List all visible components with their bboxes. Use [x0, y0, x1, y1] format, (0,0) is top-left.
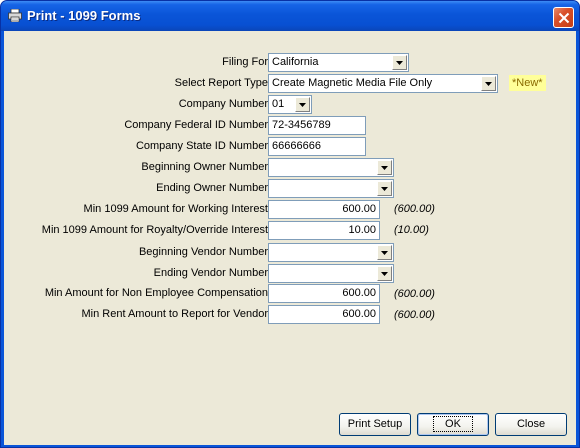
chevron-down-icon[interactable] — [481, 76, 496, 91]
min-royalty-default: (10.00) — [394, 224, 429, 236]
federal-id-input[interactable]: 72-3456789 — [268, 116, 366, 135]
print-setup-label: Print Setup — [347, 418, 403, 430]
dialog-body: Filing For California Select Report Type… — [4, 31, 576, 445]
min-working-interest-input[interactable]: 600.00 — [268, 200, 380, 219]
min-rent-input[interactable]: 600.00 — [268, 305, 380, 324]
min-working-interest-label: Min 1099 Amount for Working Interest — [83, 203, 268, 215]
beginning-vendor-label: Beginning Vendor Number — [138, 246, 268, 258]
report-type-value: Create Magnetic Media File Only — [272, 77, 433, 89]
window-title: Print - 1099 Forms — [27, 8, 141, 23]
min-royalty-input[interactable]: 10.00 — [268, 221, 380, 240]
min-royalty-label: Min 1099 Amount for Royalty/Override Int… — [41, 224, 268, 236]
ok-label: OK — [433, 416, 473, 432]
min-non-employee-default: (600.00) — [394, 288, 435, 300]
close-window-button[interactable] — [553, 7, 574, 28]
ending-vendor-label: Ending Vendor Number — [153, 267, 268, 279]
company-number-value: 01 — [272, 98, 285, 110]
min-working-interest-default: (600.00) — [394, 203, 435, 215]
close-button[interactable]: Close — [495, 413, 567, 436]
ending-owner-select[interactable] — [268, 179, 394, 198]
printer-icon — [8, 8, 22, 23]
print-1099-dialog: Print - 1099 Forms Filing For California… — [0, 0, 580, 448]
title-bar[interactable]: Print - 1099 Forms — [1, 1, 579, 31]
min-rent-default: (600.00) — [394, 309, 435, 321]
min-rent-label: Min Rent Amount to Report for Vendor — [81, 308, 269, 320]
beginning-vendor-select[interactable] — [268, 243, 394, 262]
chevron-down-icon[interactable] — [295, 97, 310, 112]
ending-vendor-select[interactable] — [268, 264, 394, 283]
report-type-label: Select Report Type — [174, 77, 268, 89]
company-number-label: Company Number — [178, 98, 268, 110]
min-non-employee-input[interactable]: 600.00 — [268, 284, 380, 303]
chevron-down-icon[interactable] — [392, 55, 407, 70]
report-type-select[interactable]: Create Magnetic Media File Only — [268, 74, 498, 93]
company-number-select[interactable]: 01 — [268, 95, 312, 114]
chevron-down-icon[interactable] — [377, 181, 392, 196]
ok-button[interactable]: OK — [417, 413, 489, 436]
close-icon — [558, 12, 570, 24]
filing-for-value: California — [272, 56, 319, 68]
filing-for-label: Filing For — [222, 56, 268, 68]
chevron-down-icon[interactable] — [377, 266, 392, 281]
federal-id-label: Company Federal ID Number — [124, 119, 268, 131]
new-badge: *New* — [509, 75, 546, 91]
ending-owner-label: Ending Owner Number — [156, 182, 268, 194]
chevron-down-icon[interactable] — [377, 160, 392, 175]
beginning-owner-label: Beginning Owner Number — [141, 161, 268, 173]
beginning-owner-select[interactable] — [268, 158, 394, 177]
chevron-down-icon[interactable] — [377, 245, 392, 260]
state-id-input[interactable]: 66666666 — [268, 137, 366, 156]
state-id-label: Company State ID Number — [135, 140, 268, 152]
min-non-employee-label: Min Amount for Non Employee Compensation — [44, 287, 268, 299]
close-label: Close — [516, 418, 546, 430]
print-setup-button[interactable]: Print Setup — [339, 413, 411, 436]
filing-for-select[interactable]: California — [268, 53, 409, 72]
